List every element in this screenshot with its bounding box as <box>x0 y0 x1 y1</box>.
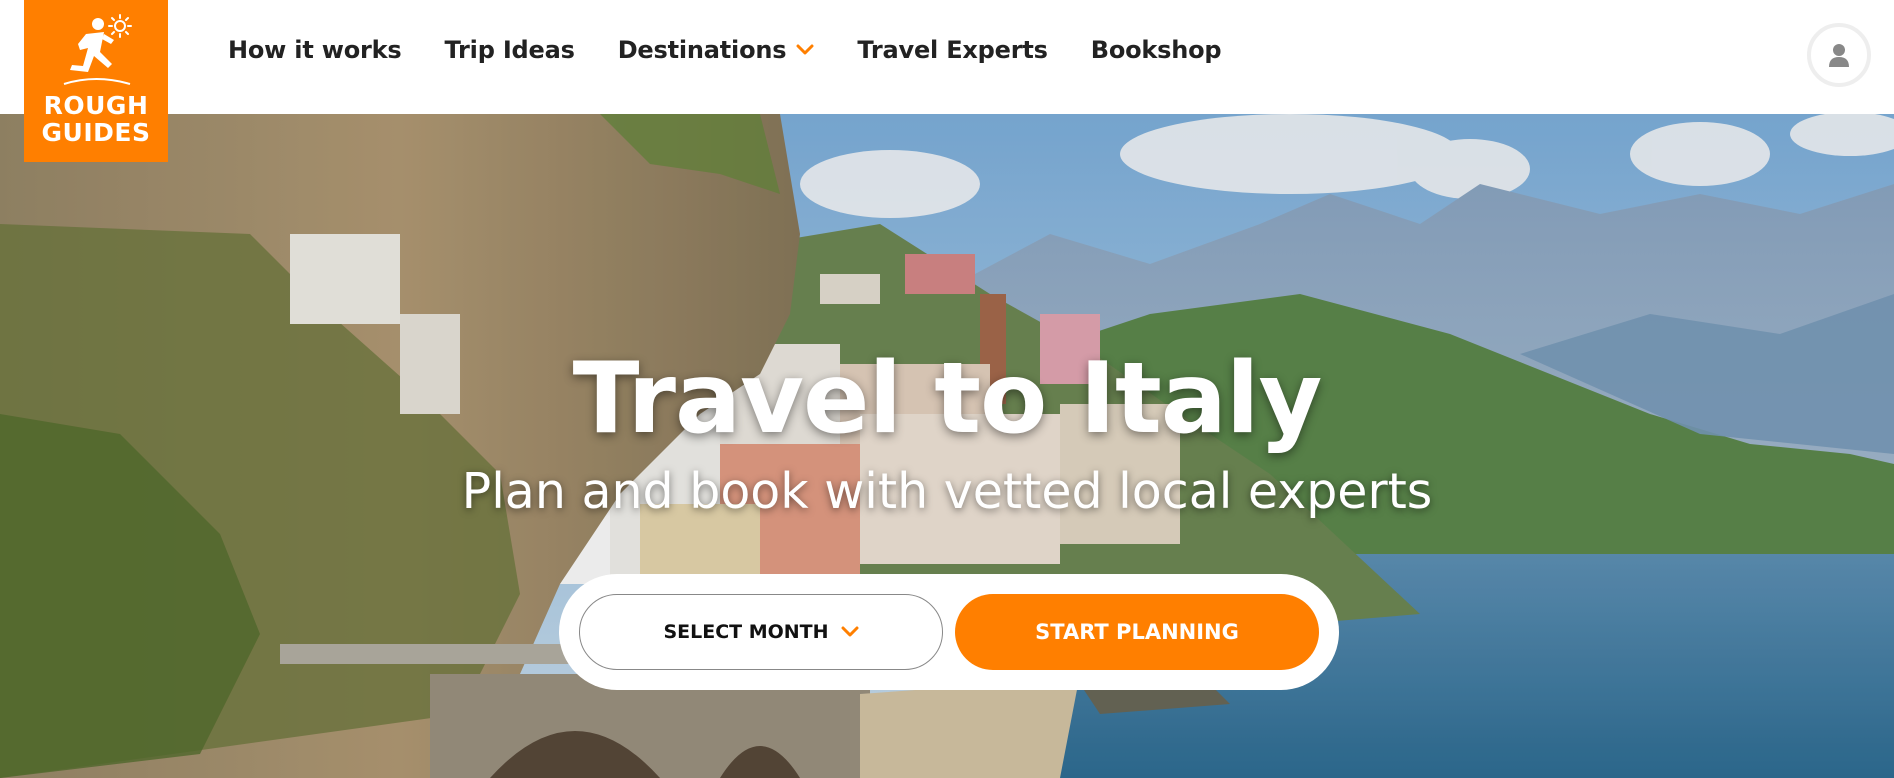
select-month-dropdown[interactable]: SELECT MONTH <box>579 594 943 670</box>
trip-planner-bar: SELECT MONTH START PLANNING <box>559 574 1339 690</box>
hero-section: Travel to Italy Plan and book with vette… <box>0 114 1894 778</box>
rough-guides-logo[interactable]: ROUGH GUIDES <box>24 0 168 162</box>
start-planning-label: START PLANNING <box>1035 620 1239 644</box>
start-planning-button[interactable]: START PLANNING <box>955 594 1319 670</box>
nav-label: Bookshop <box>1090 36 1222 64</box>
nav-trip-ideas[interactable]: Trip Ideas <box>445 36 575 64</box>
nav-travel-experts[interactable]: Travel Experts <box>857 36 1048 64</box>
nav-label: Trip Ideas <box>444 36 575 64</box>
select-month-label: SELECT MONTH <box>663 621 829 643</box>
hero-title: Travel to Italy <box>572 342 1323 456</box>
logo-wordmark: ROUGH GUIDES <box>24 92 168 146</box>
runner-icon <box>63 14 132 85</box>
nav-how-it-works[interactable]: How it works <box>228 36 402 64</box>
nav-label: Travel Experts <box>857 36 1048 64</box>
main-nav: How it works Trip Ideas Destinations Tra… <box>228 0 1264 100</box>
hero-subtitle: Plan and book with vetted local experts <box>461 463 1433 520</box>
user-icon <box>1829 44 1849 67</box>
nav-bookshop[interactable]: Bookshop <box>1091 36 1222 64</box>
chevron-down-icon <box>841 626 859 638</box>
nav-label: Destinations <box>617 36 787 64</box>
nav-label: How it works <box>228 36 402 64</box>
site-header: ROUGH GUIDES How it works Trip Ideas Des… <box>0 0 1894 162</box>
nav-destinations[interactable]: Destinations <box>618 36 815 64</box>
logo-line-2: GUIDES <box>41 118 151 147</box>
chevron-down-icon <box>796 44 814 56</box>
account-button[interactable] <box>1807 23 1871 87</box>
logo-line-1: ROUGH <box>43 91 149 120</box>
